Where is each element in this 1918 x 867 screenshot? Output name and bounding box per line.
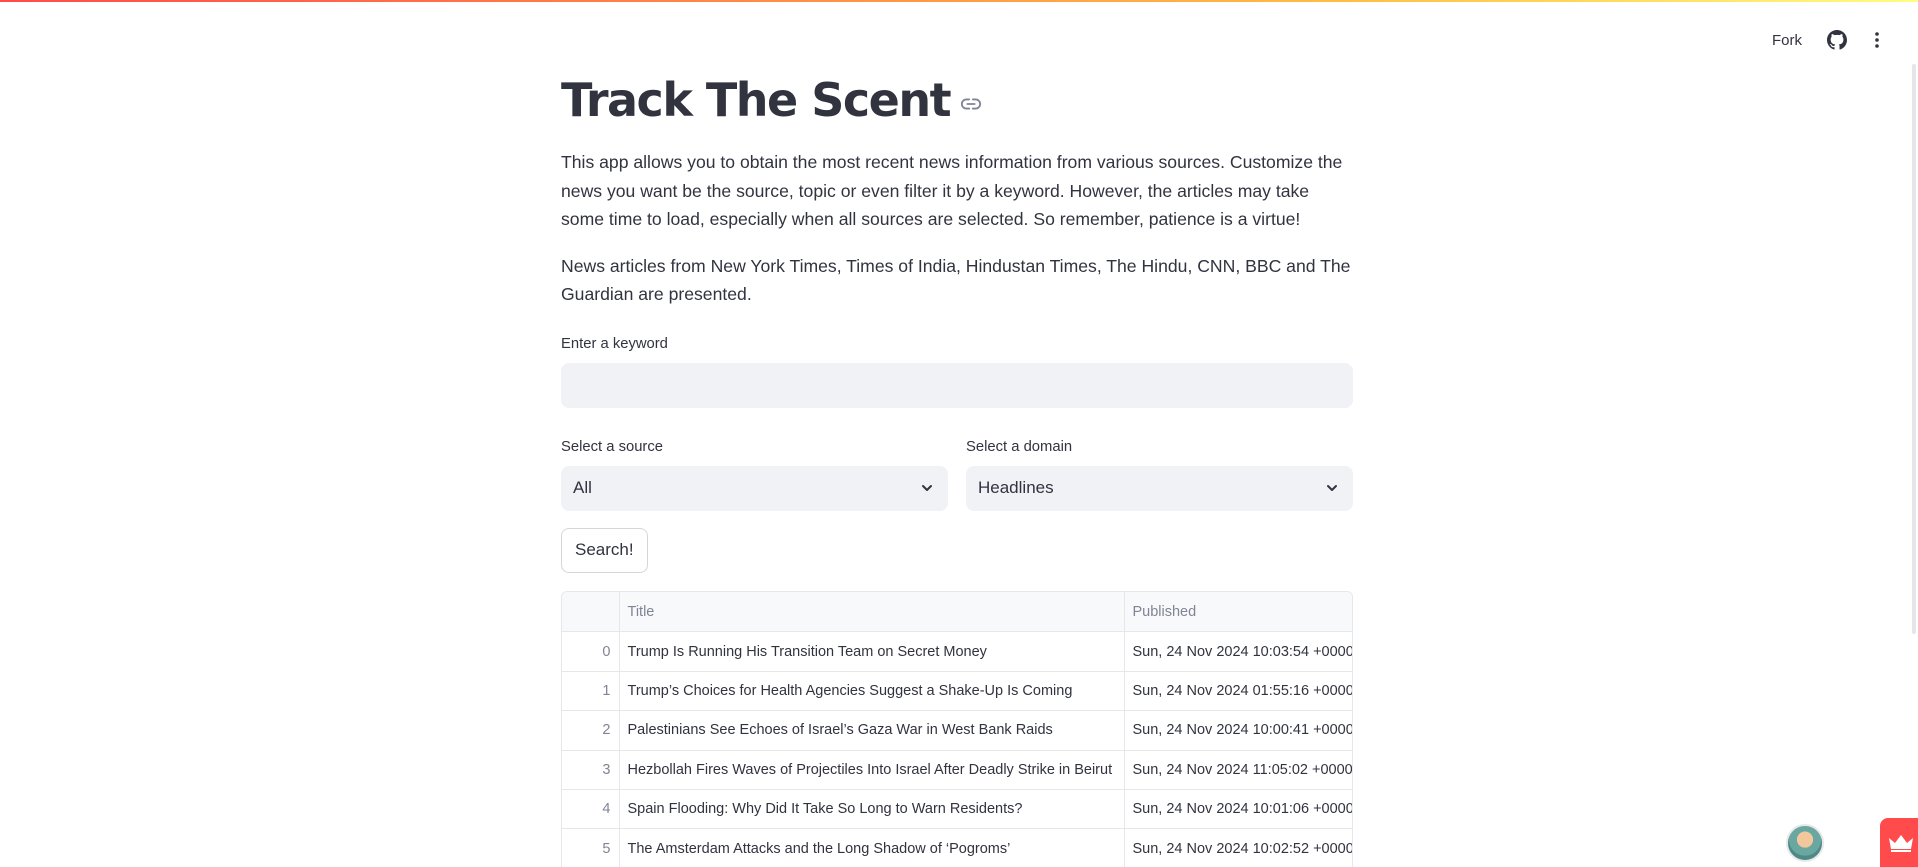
index-column-header[interactable] [562, 591, 620, 633]
row-published[interactable]: Sun, 24 Nov 2024 10:03:54 +0000 [1124, 631, 1352, 672]
row-index: 4 [562, 789, 620, 830]
intro-text: This app allows you to obtain the most r… [561, 152, 1343, 230]
row-title[interactable]: Trump Is Running His Transition Team on … [619, 631, 1125, 672]
results-table[interactable]: Title Published 0 Trump Is Running His T… [561, 590, 1353, 867]
row-title[interactable]: Hezbollah Fires Waves of Projectiles Int… [619, 750, 1125, 791]
row-title[interactable]: Spain Flooding: Why Did It Take So Long … [619, 789, 1125, 830]
row-title[interactable]: Palestinians See Echoes of Israel’s Gaza… [619, 710, 1125, 751]
crown-icon[interactable] [1880, 818, 1918, 867]
github-icon[interactable] [1824, 27, 1850, 53]
row-published[interactable]: Sun, 24 Nov 2024 10:01:06 +0000 [1124, 789, 1352, 830]
source-select[interactable]: All [561, 465, 948, 511]
domain-select-group: Select a domain Headlines [966, 436, 1353, 511]
page-title: Track The Scent [561, 73, 952, 127]
fork-button[interactable]: Fork [1764, 28, 1810, 53]
kebab-menu-icon[interactable] [1864, 27, 1890, 53]
table-row[interactable]: 2 Palestinians See Echoes of Israel’s Ga… [562, 710, 1352, 751]
title-column-header[interactable]: Title [619, 591, 1125, 633]
row-published[interactable]: Sun, 24 Nov 2024 11:05:02 +0000 [1124, 750, 1352, 791]
row-index: 3 [562, 750, 620, 791]
row-index: 5 [562, 828, 620, 867]
table-row[interactable]: 5 The Amsterdam Attacks and the Long Sha… [562, 828, 1352, 867]
sources-note: News articles from New York Times, Times… [561, 255, 1351, 305]
table-header-row: Title Published [562, 591, 1352, 633]
link-icon[interactable] [960, 92, 984, 116]
top-decoration-bar [0, 0, 1918, 2]
source-label: Select a source [561, 438, 663, 455]
main-content: Track The Scent This app allows you to o… [561, 62, 1353, 867]
row-title[interactable]: The Amsterdam Attacks and the Long Shado… [619, 828, 1125, 867]
table-row[interactable]: 1 Trump’s Choices for Health Agencies Su… [562, 671, 1352, 712]
table-row[interactable]: 3 Hezbollah Fires Waves of Projectiles I… [562, 750, 1352, 791]
row-title[interactable]: Trump’s Choices for Health Agencies Sugg… [619, 671, 1125, 712]
row-index: 2 [562, 710, 620, 751]
domain-select-value: Headlines [978, 478, 1054, 498]
row-published[interactable]: Sun, 24 Nov 2024 01:55:16 +0000 [1124, 671, 1352, 712]
row-index: 1 [562, 671, 620, 712]
keyword-label: Enter a keyword [561, 335, 668, 352]
row-published[interactable]: Sun, 24 Nov 2024 10:02:52 +0000 [1124, 828, 1352, 867]
source-select-group: Select a source All [561, 436, 948, 511]
search-button[interactable]: Search! [561, 527, 648, 573]
domain-label: Select a domain [966, 438, 1073, 455]
chevron-down-icon [1325, 480, 1341, 496]
keyword-input[interactable] [561, 362, 1353, 408]
user-avatar[interactable] [1786, 824, 1824, 862]
source-select-value: All [573, 478, 592, 498]
row-index: 0 [562, 631, 620, 672]
select-row: Select a source All Select a domain Head… [561, 436, 1353, 511]
app-toolbar: Fork [1764, 26, 1890, 54]
page-scrollbar[interactable] [1912, 64, 1916, 634]
table-row[interactable]: 4 Spain Flooding: Why Did It Take So Lon… [562, 789, 1352, 830]
domain-select[interactable]: Headlines [966, 465, 1353, 511]
table-row[interactable]: 0 Trump Is Running His Transition Team o… [562, 631, 1352, 672]
published-column-header[interactable]: Published [1124, 591, 1352, 633]
chevron-down-icon [920, 480, 936, 496]
title-row: Track The Scent [561, 62, 1353, 138]
row-published[interactable]: Sun, 24 Nov 2024 10:00:41 +0000 [1124, 710, 1352, 751]
